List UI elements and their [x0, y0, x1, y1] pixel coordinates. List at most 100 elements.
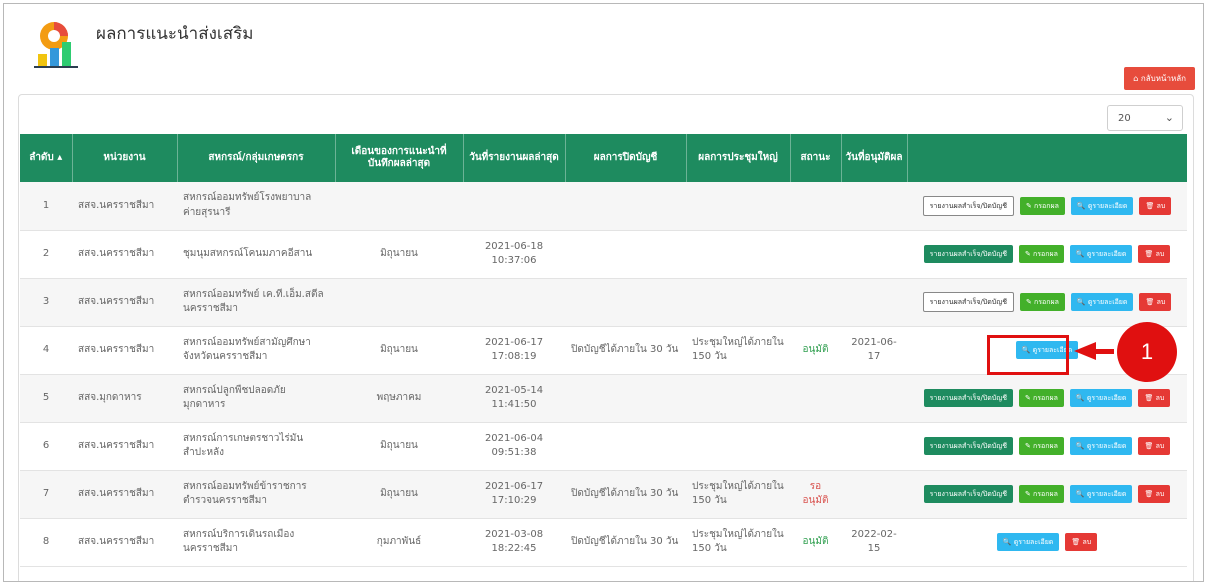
cell-coop: สหกรณ์ออมทรัพย์โรงพยาบาลค่ายสุรนารี: [177, 182, 335, 231]
cell-month: กุมภาพันธ์: [335, 518, 463, 567]
cell-coop: สหกรณ์ออมทรัพย์สามัญศึกษาจังหวัดนครราชสี…: [177, 326, 335, 375]
report-button[interactable]: รายงานผลสำเร็จ/ปิดบัญชี: [922, 291, 1014, 313]
cell-time: 17:08:19: [491, 351, 537, 362]
col-header-no[interactable]: ลำดับ ▴: [20, 134, 73, 182]
cell-coop: สหกรณ์บริการเดินรถเมือง นครราชสีมา: [177, 518, 335, 567]
cell-coop: สหกรณ์ออมทรัพย์ เค.ที.เอ็ม.สตีล นครราชสี…: [177, 278, 335, 327]
view-detail-button[interactable]: 🔍 ดูรายละเอียด: [1069, 388, 1133, 408]
cell-close-result: [565, 278, 686, 327]
view-detail-button[interactable]: 🔍 ดูรายละเอียด: [1070, 196, 1134, 215]
annotation-arrow-shaft: [1094, 349, 1114, 354]
table-row: 3 สสจ.นครราชสีมา สหกรณ์ออมทรัพย์ เค.ที.เอ็…: [20, 278, 1187, 327]
report-button[interactable]: รายงานผลสำเร็จ/ปิดบัญชี: [923, 244, 1013, 264]
cell-coop: ชุมนุมสหกรณ์โคนมภาคอีสาน: [177, 230, 335, 279]
report-button[interactable]: รายงานผลสำเร็จ/ปิดบัญชี: [923, 388, 1013, 408]
cell-actions: รายงานผลสำเร็จ/ปิดบัญชี ✎ กรอกผล 🔍 ดูรายละ…: [907, 182, 1187, 231]
view-detail-button[interactable]: 🔍 ดูรายละเอียด: [1069, 436, 1133, 456]
cell-no: 8: [20, 518, 72, 567]
cell-status: อนุมัติ: [790, 518, 841, 567]
cell-close-result: [565, 182, 686, 231]
report-logo-icon: [34, 22, 78, 68]
cell-time: 11:41:50: [491, 399, 537, 410]
table-row: 8 สสจ.นครราชสีมา สหกรณ์บริการเดินรถเมือง น…: [20, 518, 1187, 567]
delete-button[interactable]: 🗑 ลบ: [1139, 292, 1172, 312]
delete-button[interactable]: 🗑 ลบ: [1138, 436, 1171, 456]
cell-no: 4: [20, 326, 72, 375]
cell-no: 3: [20, 278, 72, 327]
cell-no: 6: [20, 422, 72, 471]
cell-no: 1: [20, 182, 72, 231]
col-header-meeting: ผลการประชุมใหญ่: [686, 134, 791, 182]
record-result-button[interactable]: ✎ กรอกผล: [1018, 436, 1064, 456]
cell-month: [335, 182, 463, 231]
annotation-highlight-box: [987, 335, 1069, 375]
view-detail-button[interactable]: 🔍 ดูรายละเอียด: [1070, 292, 1134, 312]
cell-date: 2021-03-08: [484, 528, 544, 540]
cell-unit: สสจ.นครราชสีมา: [72, 470, 177, 519]
cell-approve-date: [841, 374, 907, 423]
cell-meeting-result: ประชุมใหญ่ได้ภายใน 150 วัน: [686, 326, 790, 375]
record-result-button[interactable]: ✎ กรอกผล: [1018, 484, 1064, 504]
col-header-coop: สหกรณ์/กลุ่มเกษตรกร: [177, 134, 336, 182]
cell-close-result: ปิดบัญชีได้ภายใน 30 วัน: [565, 326, 686, 375]
record-result-button[interactable]: ✎ กรอกผล: [1018, 388, 1064, 408]
cell-date: 2021-05-14: [484, 384, 544, 396]
chevron-down-icon: ⌄: [1164, 111, 1174, 124]
cell-close-result: [565, 422, 686, 471]
home-button[interactable]: ⌂ กลับหน้าหลัก: [1124, 67, 1195, 90]
view-detail-button[interactable]: 🔍 ดูรายละเอียด: [1069, 484, 1133, 504]
report-button[interactable]: รายงานผลสำเร็จ/ปิดบัญชี: [923, 436, 1013, 456]
cell-actions: 🔍 ดูรายละเอียด 🗑 ลบ: [907, 518, 1187, 567]
report-button[interactable]: รายงานผลสำเร็จ/ปิดบัญชี: [922, 195, 1014, 216]
cell-report-date: [463, 278, 565, 327]
cell-meeting-result: [686, 374, 790, 423]
cell-close-result: [565, 374, 686, 423]
cell-date: 2021-06-04: [484, 432, 544, 444]
table-row: 6 สสจ.นครราชสีมา สหกรณ์การเกษตรชาวไร่มันสำ…: [20, 422, 1187, 471]
cell-actions: รายงานผลสำเร็จ/ปิดบัญชี ✎ กรอกผล 🔍 ดูรายละ…: [907, 278, 1187, 327]
delete-button[interactable]: 🗑 ลบ: [1138, 244, 1171, 264]
cell-actions: รายงานผลสำเร็จ/ปิดบัญชี ✎ กรอกผล 🔍 ดูรายละ…: [907, 470, 1187, 519]
report-button[interactable]: รายงานผลสำเร็จ/ปิดบัญชี: [923, 484, 1013, 504]
cell-coop: สหกรณ์ออมทรัพย์ข้าราชการตำรวจนครราชสีมา: [177, 470, 335, 519]
cell-date: 2021-06-17: [484, 480, 544, 492]
cell-time: 09:51:38: [491, 447, 537, 458]
cell-no: 5: [20, 374, 72, 423]
table-header: ลำดับ ▴ หน่วยงาน สหกรณ์/กลุ่มเกษตรกร เดื…: [20, 134, 1188, 182]
delete-button[interactable]: 🗑 ลบ: [1065, 532, 1098, 552]
delete-button[interactable]: 🗑 ลบ: [1138, 484, 1171, 504]
cell-report-date: 2021-06-17 17:10:29: [463, 470, 565, 519]
col-header-unit: หน่วยงาน: [72, 134, 178, 182]
table-row: 5 สสจ.มุกดาหาร สหกรณ์ปลูกพืชปลอดภัย มุกดาห…: [20, 374, 1187, 423]
cell-approve-date: [841, 230, 907, 279]
cell-report-date: 2021-06-18 10:37:06: [463, 230, 565, 279]
cell-time: 10:37:06: [491, 255, 537, 266]
col-header-close: ผลการปิดบัญชี: [565, 134, 687, 182]
view-detail-button[interactable]: 🔍 ดูรายละเอียด: [1069, 244, 1133, 264]
col-header-approve: วันที่อนุมัติผล: [841, 134, 908, 182]
record-result-button[interactable]: ✎ กรอกผล: [1019, 292, 1065, 312]
record-result-button[interactable]: ✎ กรอกผล: [1018, 244, 1064, 264]
page-size-select[interactable]: 20 ⌄: [1107, 105, 1183, 131]
cell-month: มิถุนายน: [335, 230, 463, 279]
cell-report-date: [463, 182, 565, 231]
cell-status: รอ อนุมัติ: [790, 470, 841, 519]
cell-date: 2021-06-18: [484, 240, 544, 252]
delete-button[interactable]: 🗑 ลบ: [1138, 388, 1171, 408]
cell-no: 2: [20, 230, 72, 279]
page-size-value: 20: [1118, 113, 1131, 124]
page-header: ผลการแนะนำส่งเสริม ⌂ กลับหน้าหลัก: [4, 4, 1203, 96]
page-title: ผลการแนะนำส่งเสริม: [96, 24, 254, 44]
annotation-arrow-icon: [1074, 342, 1096, 360]
cell-approve-date: [841, 182, 907, 231]
cell-time: 17:10:29: [491, 495, 537, 506]
cell-unit: สสจ.นครราชสีมา: [72, 326, 177, 375]
record-result-button[interactable]: ✎ กรอกผล: [1019, 196, 1065, 215]
delete-button[interactable]: 🗑 ลบ: [1139, 196, 1172, 215]
cell-report-date: 2021-06-17 17:08:19: [463, 326, 565, 375]
cell-report-date: 2021-06-04 09:51:38: [463, 422, 565, 471]
cell-month: มิถุนายน: [335, 326, 463, 375]
cell-approve-date: [841, 470, 907, 519]
cell-meeting-result: [686, 422, 790, 471]
view-detail-button[interactable]: 🔍 ดูรายละเอียด: [996, 532, 1060, 552]
